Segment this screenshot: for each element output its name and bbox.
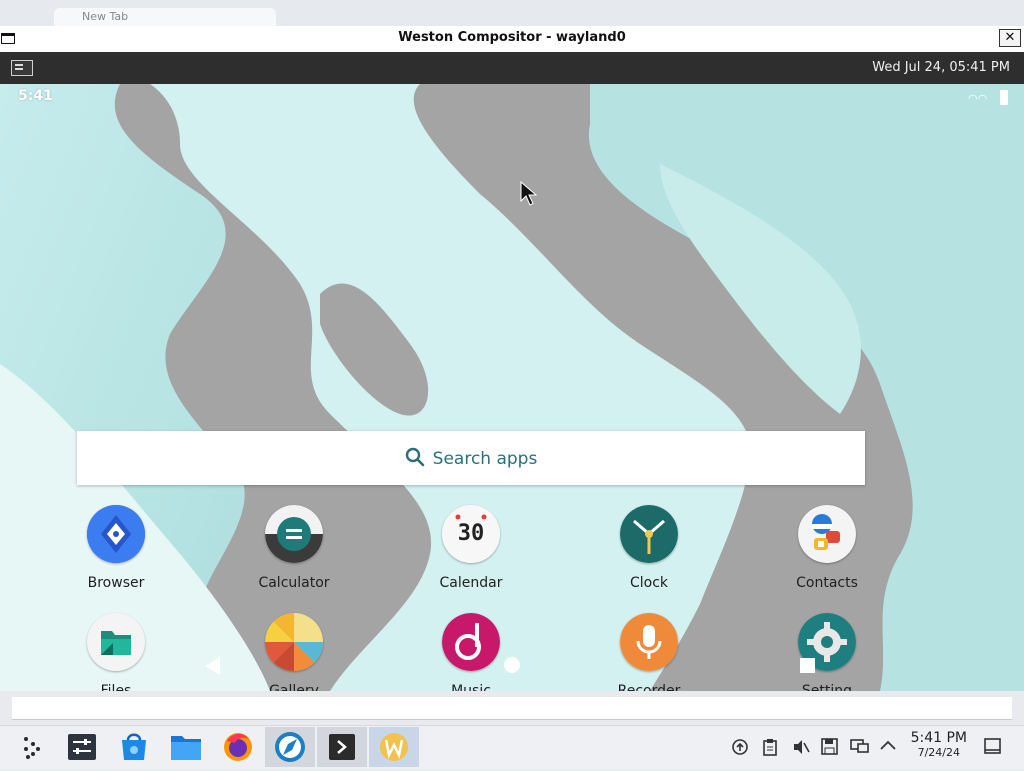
host-tab-title: New Tab — [82, 10, 129, 23]
app-label: Music — [451, 683, 491, 691]
taskbar: 5:41 PM 7/24/24 — [0, 725, 1024, 769]
terminal-launcher-icon[interactable] — [11, 60, 33, 76]
app-label: Gallery — [269, 683, 319, 691]
app-label: Contacts — [796, 575, 858, 591]
app-browser[interactable]: Browser — [56, 505, 176, 591]
app-files[interactable]: Files — [56, 613, 176, 691]
gallery-icon — [265, 613, 323, 671]
show-desktop-icon[interactable] — [984, 738, 1001, 759]
calendar-icon: 30 — [442, 505, 500, 563]
taskbar-weston-app[interactable] — [369, 727, 419, 767]
folder-icon — [171, 736, 201, 760]
mouse-pointer-icon — [520, 181, 538, 206]
weston-clock: Wed Jul 24, 05:41 PM — [872, 60, 1010, 75]
terminal-icon — [329, 734, 355, 760]
app-settings[interactable]: Setting — [767, 613, 887, 691]
app-recorder[interactable]: Recorder — [589, 613, 709, 691]
volume-muted-icon[interactable] — [792, 738, 810, 760]
nav-home-button[interactable] — [504, 657, 520, 673]
browser-compass-icon — [275, 732, 305, 762]
app-label: Files — [100, 683, 132, 691]
start-menu-icon — [24, 737, 40, 759]
signal-icon: ◠◠ — [968, 92, 988, 105]
taskbar-date: 7/24/24 — [917, 746, 960, 759]
tray-expand-icon[interactable] — [879, 738, 897, 756]
taskbar-time: 5:41 PM — [910, 730, 967, 746]
nav-back-button[interactable] — [205, 657, 220, 675]
window-bottom-strip — [0, 691, 1024, 725]
taskbar-discover[interactable] — [109, 727, 159, 767]
taskbar-file-manager[interactable] — [161, 727, 211, 767]
taskbar-system-settings[interactable] — [57, 727, 107, 767]
search-apps-bar[interactable]: Search apps — [77, 431, 865, 485]
app-clock[interactable]: Clock — [589, 505, 709, 591]
app-label: Recorder — [617, 683, 681, 691]
start-menu-button[interactable] — [8, 727, 58, 767]
wallpaper — [0, 84, 1024, 691]
network-icon[interactable] — [731, 738, 749, 760]
app-label: Browser — [87, 575, 145, 591]
window-bottom-bar — [12, 697, 1012, 720]
host-browser-tab[interactable]: New Tab — [54, 8, 276, 26]
clock-icon — [620, 505, 678, 563]
battery-icon — [1000, 90, 1008, 105]
app-gallery[interactable]: Gallery — [234, 613, 354, 691]
app-calendar[interactable]: 30 Calendar — [411, 505, 531, 591]
recorder-icon — [620, 613, 678, 671]
host-browser-tabstrip: New Tab — [0, 0, 1024, 26]
files-icon — [87, 613, 145, 671]
calendar-day: 30 — [457, 521, 485, 546]
clipboard-icon[interactable] — [762, 738, 778, 760]
android-status-time: 5:41 — [18, 88, 53, 104]
taskbar-browser[interactable] — [265, 727, 315, 767]
browser-icon — [87, 505, 145, 563]
firefox-icon — [224, 733, 252, 761]
android-status-icons: ◠◠ — [968, 90, 1008, 106]
system-settings-icon — [68, 734, 96, 760]
weston-icon — [380, 733, 408, 761]
android-homescreen: 5:41 ◠◠ Search apps Browser Calculator 3… — [0, 84, 1024, 691]
calculator-icon — [265, 505, 323, 563]
app-label: Clock — [629, 575, 669, 591]
window-close-button[interactable]: ✕ — [999, 29, 1021, 47]
taskbar-firefox[interactable] — [213, 727, 263, 767]
contacts-icon — [798, 505, 856, 563]
app-label: Calculator — [258, 575, 330, 591]
app-music[interactable]: Music — [411, 613, 531, 691]
app-label: Setting — [801, 683, 853, 691]
search-icon — [405, 447, 424, 467]
taskbar-terminal[interactable] — [317, 727, 367, 767]
window-titlebar: Weston Compositor - wayland0 ✕ — [0, 26, 1024, 53]
app-calculator[interactable]: Calculator — [234, 505, 354, 591]
weston-panel: Wed Jul 24, 05:41 PM — [0, 52, 1024, 84]
music-icon — [442, 613, 500, 671]
search-placeholder: Search apps — [432, 449, 538, 469]
discover-store-icon — [122, 733, 146, 760]
window-title: Weston Compositor - wayland0 — [398, 30, 626, 45]
taskbar-clock[interactable]: 5:41 PM 7/24/24 — [911, 730, 967, 759]
display-icon[interactable] — [850, 738, 869, 759]
nav-recents-button[interactable] — [800, 658, 815, 673]
app-label: Calendar — [439, 575, 503, 591]
save-icon[interactable] — [821, 738, 838, 759]
app-contacts[interactable]: Contacts — [767, 505, 887, 591]
